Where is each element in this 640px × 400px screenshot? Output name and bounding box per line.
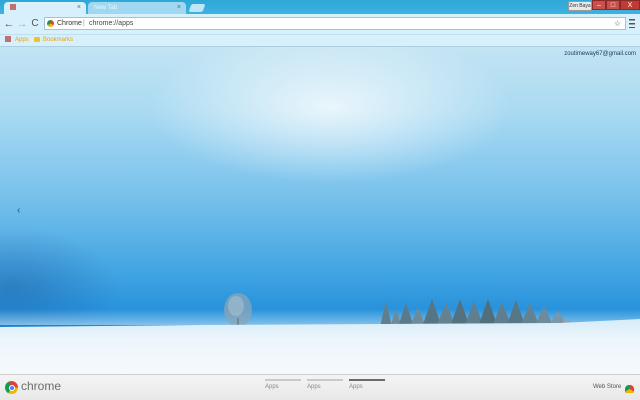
- bookmark-apps-label: Apps: [15, 37, 29, 43]
- new-tab-button[interactable]: [188, 4, 206, 12]
- close-window-button[interactable]: X: [620, 0, 640, 10]
- apps-page: zoutimeway67@gmail.com ‹: [0, 47, 640, 374]
- bottom-bar: chrome Apps Apps Apps Web Store: [0, 374, 640, 400]
- profile-button[interactable]: Zen Baya: [568, 1, 592, 11]
- chrome-icon: [47, 20, 54, 27]
- previous-page-arrow-icon[interactable]: ‹: [17, 205, 20, 216]
- bookmark-folder[interactable]: Bookmarks: [34, 36, 73, 45]
- minimize-button[interactable]: –: [592, 0, 606, 10]
- tab-close-icon[interactable]: ×: [77, 2, 81, 14]
- bookmark-star-icon[interactable]: ☆: [614, 18, 621, 29]
- bookmark-folder-label: Bookmarks: [43, 37, 74, 43]
- snow-field: [0, 319, 640, 374]
- page-switcher-bar: [307, 379, 343, 381]
- forward-button[interactable]: →: [16, 17, 28, 31]
- web-store-icon[interactable]: [625, 385, 634, 393]
- page-switcher-3[interactable]: Apps: [349, 379, 385, 390]
- apps-grid-icon: [10, 4, 16, 11]
- omnibox[interactable]: Chrome | chrome://apps ☆: [44, 17, 626, 30]
- page-switcher-label: Apps: [349, 384, 363, 390]
- page-switcher-label: Apps: [265, 384, 279, 390]
- reload-button[interactable]: C: [29, 17, 41, 31]
- chrome-logo-icon: [5, 381, 18, 394]
- page-switcher-2[interactable]: Apps: [307, 379, 343, 390]
- page-switcher-bar: [265, 379, 301, 381]
- tab-strip: × New Tab × Zen Baya – □ X: [0, 0, 640, 14]
- toolbar: ← → C Chrome | chrome://apps ☆: [0, 14, 640, 35]
- omnibox-chip: Chrome: [57, 20, 82, 27]
- tab-new-tab[interactable]: New Tab ×: [88, 2, 186, 14]
- tab-title: New Tab: [94, 5, 118, 11]
- page-switcher-bar: [349, 379, 385, 381]
- bookmarks-bar: Apps Bookmarks: [0, 35, 640, 47]
- back-button[interactable]: ←: [3, 17, 15, 31]
- omnibox-url[interactable]: chrome://apps: [89, 18, 133, 29]
- tab-close-icon[interactable]: ×: [177, 2, 181, 14]
- omnibox-separator: |: [83, 20, 85, 27]
- bookmark-apps[interactable]: Apps: [5, 36, 29, 45]
- maximize-button[interactable]: □: [606, 0, 620, 10]
- chrome-wordmark: chrome: [21, 379, 62, 393]
- page-switcher-1[interactable]: Apps: [265, 379, 301, 390]
- apps-grid-icon: [5, 36, 11, 43]
- web-store-link[interactable]: Web Store: [593, 384, 621, 390]
- menu-icon[interactable]: [629, 19, 635, 28]
- tab-apps[interactable]: ×: [4, 2, 86, 14]
- folder-icon: [34, 36, 40, 42]
- page-switcher-label: Apps: [307, 384, 321, 390]
- account-email[interactable]: zoutimeway67@gmail.com: [564, 51, 636, 57]
